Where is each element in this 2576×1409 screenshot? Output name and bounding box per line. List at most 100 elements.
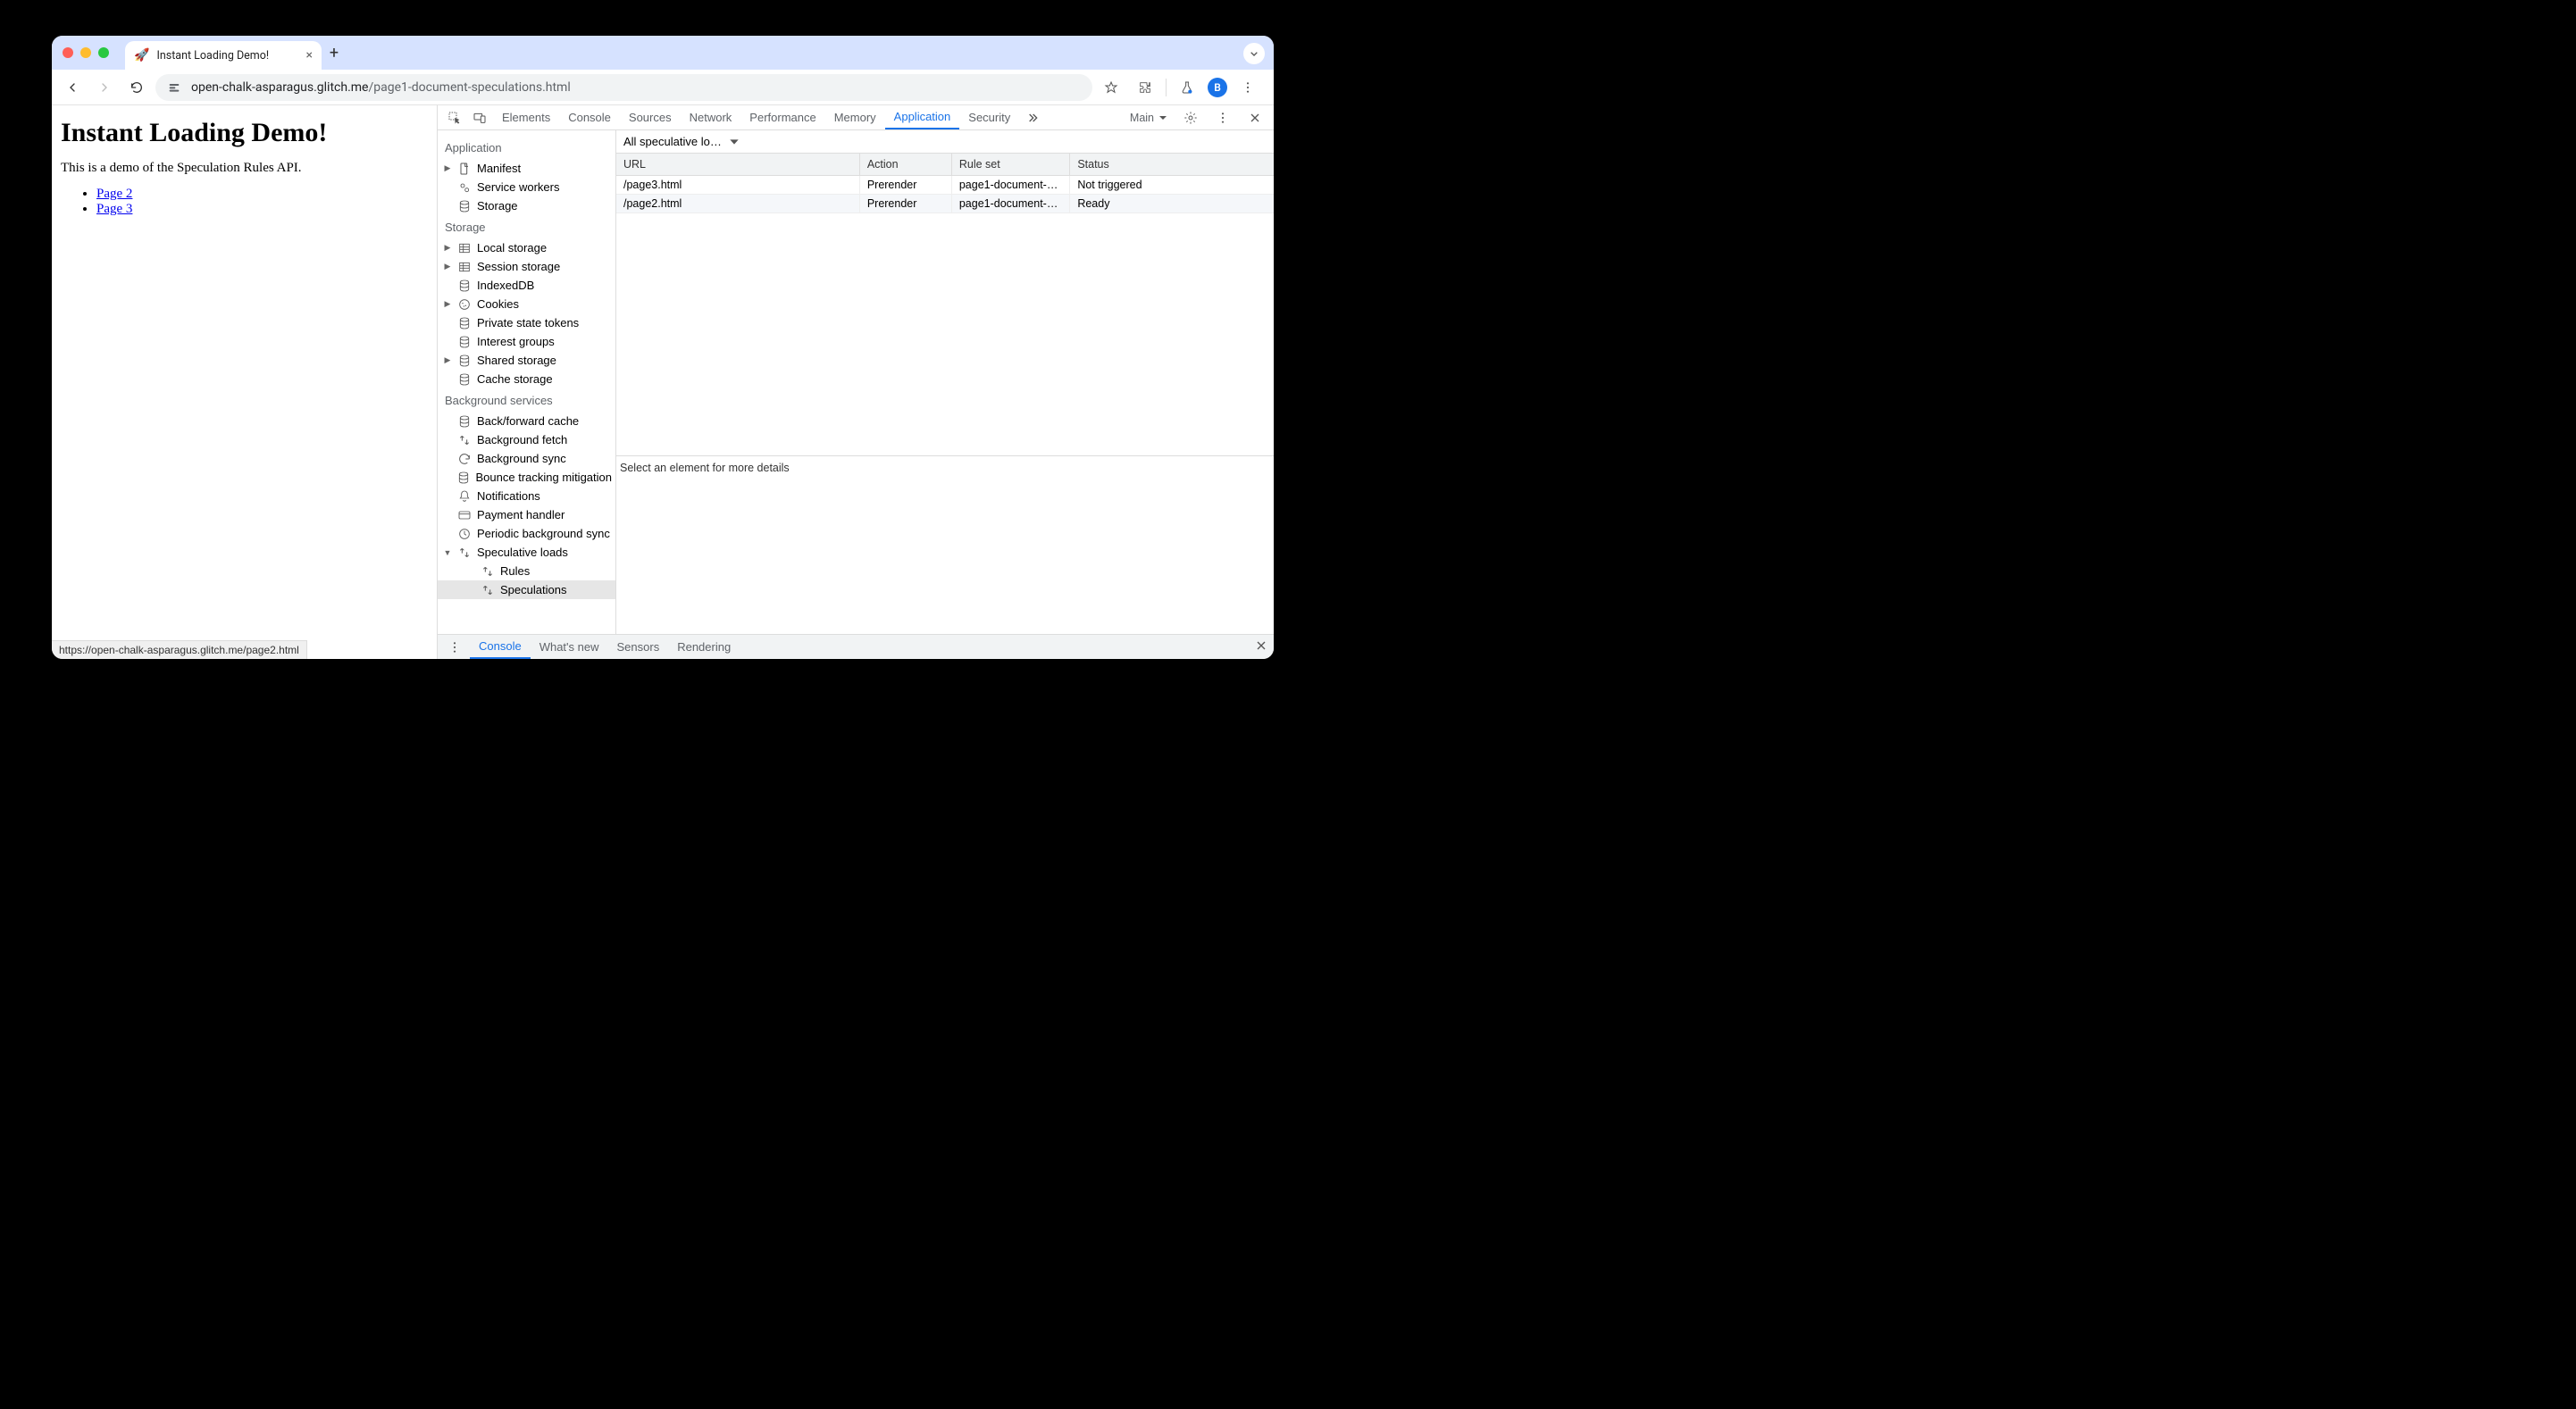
drawer-tab-console[interactable]: Console <box>470 635 531 659</box>
devtools-tab-network[interactable]: Network <box>681 105 741 129</box>
omnibox[interactable]: open-chalk-asparagus.glitch.me/page1-doc… <box>155 74 1092 101</box>
triangle-down-icon <box>1156 111 1170 125</box>
drawer-tab-what-s-new[interactable]: What's new <box>531 635 608 659</box>
caret-right-icon: ▶ <box>443 262 452 271</box>
sidebar-section-title: Storage <box>438 215 615 238</box>
table-row[interactable]: /page3.htmlPrerenderpage1-document-…Not … <box>616 176 1274 195</box>
rendered-page: Instant Loading Demo! This is a demo of … <box>52 105 438 659</box>
devtools-tab-sources[interactable]: Sources <box>620 105 681 129</box>
sidebar-section-title: Application <box>438 136 615 159</box>
cell-ruleset: page1-document-… <box>951 195 1069 213</box>
sidebar-item-periodic-background-sync[interactable]: ▶Periodic background sync <box>438 524 615 543</box>
sidebar-item-local-storage[interactable]: ▶ Local storage <box>438 238 615 257</box>
sidebar-item-background-fetch[interactable]: ▶Background fetch <box>438 430 615 449</box>
devtools-tab-performance[interactable]: Performance <box>740 105 824 129</box>
page-link-list: Page 2 Page 3 <box>61 187 428 217</box>
sidebar-item-speculative-loads[interactable]: ▼Speculative loads <box>438 543 615 562</box>
db-icon <box>457 414 472 429</box>
more-tabs-button[interactable] <box>1021 105 1044 129</box>
labs-button[interactable] <box>1174 74 1200 101</box>
caret-right-icon: ▶ <box>443 299 452 309</box>
devtools-tab-elements[interactable]: Elements <box>493 105 559 129</box>
column-header[interactable]: Action <box>859 154 951 176</box>
drawer-menu-button[interactable] <box>443 640 466 654</box>
target-selector[interactable]: Main <box>1130 111 1170 125</box>
speculations-table[interactable]: URLActionRule setStatus /page3.htmlPrere… <box>616 154 1274 455</box>
column-header[interactable]: Status <box>1070 154 1274 176</box>
db-icon <box>457 372 472 387</box>
cell-status: Not triggered <box>1070 176 1274 195</box>
reload-button[interactable] <box>123 74 150 101</box>
window-menu-button[interactable] <box>1243 43 1265 64</box>
sidebar-item-label: Shared storage <box>477 354 556 367</box>
inspect-button[interactable] <box>443 105 466 129</box>
devtools-menu-button[interactable] <box>1211 111 1234 125</box>
browser-menu-button[interactable] <box>1234 74 1261 101</box>
tab-close-button[interactable]: × <box>306 49 313 62</box>
sidebar-item-label: Private state tokens <box>477 316 579 329</box>
sidebar-item-session-storage[interactable]: ▶Session storage <box>438 257 615 276</box>
sidebar-item-bounce-tracking-mitigation[interactable]: ▶Bounce tracking mitigation <box>438 468 615 487</box>
bookmark-button[interactable] <box>1098 74 1125 101</box>
devtools-close-button[interactable] <box>1243 111 1267 125</box>
devtools-tab-memory[interactable]: Memory <box>825 105 885 129</box>
sidebar-item-cache-storage[interactable]: ▶Cache storage <box>438 370 615 388</box>
sidebar-item-label: Manifest <box>477 162 521 175</box>
application-main: All speculative loa… URLActionRule setSt… <box>616 130 1274 634</box>
devtools-settings-button[interactable] <box>1179 111 1202 125</box>
devtools-tab-security[interactable]: Security <box>959 105 1019 129</box>
toolbar: open-chalk-asparagus.glitch.me/page1-doc… <box>52 70 1274 105</box>
table-icon <box>457 241 472 255</box>
arrow-right-icon <box>97 80 112 95</box>
sidebar-item-shared-storage[interactable]: ▶Shared storage <box>438 351 615 370</box>
sidebar-item-speculations[interactable]: ▶Speculations <box>438 580 615 599</box>
cell-action: Prerender <box>859 195 951 213</box>
file-icon <box>457 162 472 176</box>
window-maximize-button[interactable] <box>98 47 109 58</box>
devtools-tab-application[interactable]: Application <box>885 105 960 129</box>
browser-tab[interactable]: 🚀 Instant Loading Demo! × <box>125 41 322 70</box>
filter-dropdown[interactable]: All speculative loa… <box>623 135 741 149</box>
sidebar-item-notifications[interactable]: ▶Notifications <box>438 487 615 505</box>
back-button[interactable] <box>59 74 86 101</box>
sidebar-item-label: Local storage <box>477 241 547 254</box>
sidebar-item-private-state-tokens[interactable]: ▶Private state tokens <box>438 313 615 332</box>
column-header[interactable]: Rule set <box>951 154 1069 176</box>
db-icon <box>457 335 472 349</box>
sidebar-item-service-workers[interactable]: ▶Service workers <box>438 178 615 196</box>
sidebar-item-cookies[interactable]: ▶ Cookies <box>438 295 615 313</box>
column-header[interactable]: URL <box>616 154 859 176</box>
sidebar-item-rules[interactable]: ▶Rules <box>438 562 615 580</box>
sidebar-item-indexeddb[interactable]: ▶IndexedDB <box>438 276 615 295</box>
sidebar-item-payment-handler[interactable]: ▶Payment handler <box>438 505 615 524</box>
extensions-button[interactable] <box>1132 74 1158 101</box>
window-close-button[interactable] <box>63 47 73 58</box>
page-link[interactable]: Page 2 <box>96 187 132 201</box>
flask-icon <box>1180 80 1194 95</box>
sidebar-item-label: Cookies <box>477 297 519 311</box>
star-icon <box>1104 80 1118 95</box>
sidebar-item-interest-groups[interactable]: ▶Interest groups <box>438 332 615 351</box>
drawer-tab-rendering[interactable]: Rendering <box>668 635 740 659</box>
new-tab-button[interactable]: + <box>322 40 347 65</box>
devtools-tab-console[interactable]: Console <box>559 105 620 129</box>
sidebar-item-label: Rules <box>500 564 530 578</box>
sidebar-item-manifest[interactable]: ▶Manifest <box>438 159 615 178</box>
sidebar-item-background-sync[interactable]: ▶Background sync <box>438 449 615 468</box>
profile-avatar[interactable]: B <box>1208 78 1227 97</box>
page-link[interactable]: Page 3 <box>96 202 132 216</box>
sidebar-item-label: Bounce tracking mitigation <box>476 471 612 484</box>
inspect-icon <box>447 111 462 125</box>
window-minimize-button[interactable] <box>80 47 91 58</box>
device-toggle-button[interactable] <box>468 105 491 129</box>
site-info-icon[interactable] <box>166 79 182 96</box>
drawer-close-button[interactable] <box>1254 638 1268 655</box>
drawer-tab-sensors[interactable]: Sensors <box>608 635 669 659</box>
table-row[interactable]: /page2.htmlPrerenderpage1-document-…Read… <box>616 195 1274 213</box>
clock-icon <box>457 527 472 541</box>
forward-button[interactable] <box>91 74 118 101</box>
arrows-icon <box>457 433 472 447</box>
sidebar-item-back-forward-cache[interactable]: ▶Back/forward cache <box>438 412 615 430</box>
caret-right-icon: ▶ <box>443 243 452 253</box>
sidebar-item-storage[interactable]: ▶Storage <box>438 196 615 215</box>
